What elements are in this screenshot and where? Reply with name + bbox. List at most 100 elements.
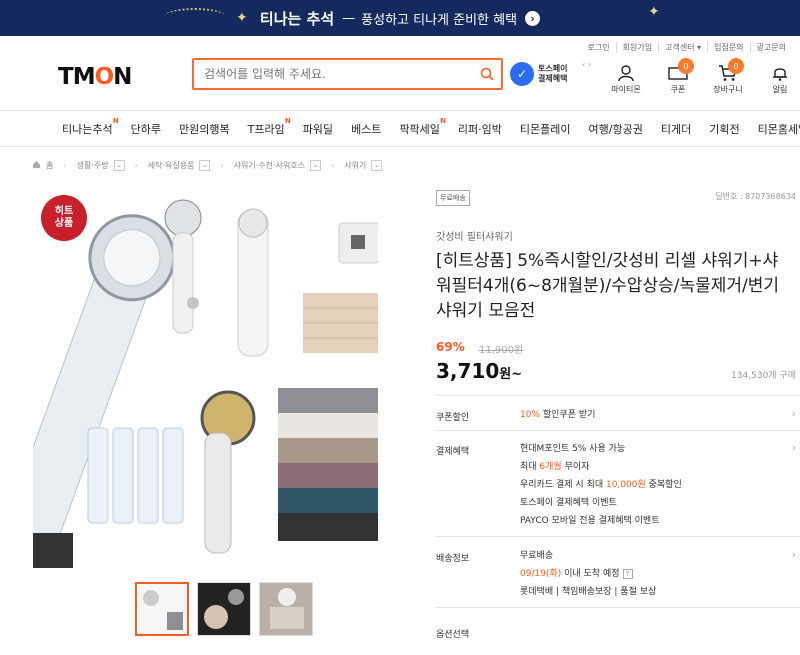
breadcrumb-item[interactable]: 샤워기·수전·샤워호스: [234, 160, 305, 171]
banner-title: 티나는 추석: [259, 9, 335, 28]
thumbnail-image[interactable]: [197, 582, 251, 636]
breadcrumb: 홈 › 생활·주방 ⌄ › 세탁·욕실용품 ⌄ › 샤워기·수전·샤워호스 ⌄ …: [0, 147, 800, 183]
partner-inquiry-link[interactable]: 입점문의: [707, 41, 749, 53]
category-item[interactable]: 파워딜: [303, 121, 333, 137]
promo-banner[interactable]: ✦ ✦ 티나는 추석 — 풍성하고 티나게 준비한 혜택 ›: [0, 0, 800, 36]
cart-button[interactable]: 0 장바구니: [708, 58, 748, 95]
customer-center-link[interactable]: 고객센터 ▾: [658, 41, 707, 53]
category-item[interactable]: 티몬홈세일: [758, 121, 800, 137]
divider: [436, 607, 800, 608]
chevron-down-icon[interactable]: ⌄: [113, 159, 125, 171]
payment-benefits: 현대M포인트 5% 사용 가능 최대 6개월 무이자 우리카드 결제 시 최대 …: [520, 440, 682, 530]
category-item[interactable]: 여행/항공권: [589, 121, 643, 137]
tosspay-line2: 결제혜택: [538, 74, 568, 83]
shipping-row-label: 배송정보: [436, 554, 470, 564]
mypage-label: 마이티몬: [611, 85, 641, 94]
category-item[interactable]: 베스트: [351, 121, 381, 137]
site-header: TMON ✓ 토스페이결제혜택 ‹ › 마이티몬 0 쿠폰 0 장바구니 알림: [0, 58, 800, 110]
search-box: [192, 58, 503, 90]
divider: [436, 395, 800, 396]
tmon-logo[interactable]: TMON: [58, 64, 132, 90]
shipping-type: 무료배송: [520, 551, 554, 561]
tosspay-promo[interactable]: ✓ 토스페이 결제혜택: [510, 62, 567, 86]
chevron-right-icon[interactable]: ›: [792, 407, 796, 420]
carrier-info: 롯데택배 | 책임배송보장 | 품절 보상: [520, 587, 657, 597]
search-input[interactable]: [194, 60, 473, 88]
chevron-right-icon[interactable]: ›: [792, 441, 796, 454]
coupon-label: 쿠폰: [670, 85, 686, 94]
star-icon: ✦: [648, 4, 660, 20]
product-main-image[interactable]: 히트 상품: [8, 193, 380, 568]
chevron-down-icon[interactable]: ⌄: [199, 159, 211, 171]
chevron-right-icon: ›: [331, 160, 335, 170]
cart-count-badge: 0: [728, 58, 744, 74]
benefit-line: 토스페이 결제혜택 이벤트: [520, 498, 617, 508]
category-item[interactable]: 단하루: [131, 121, 161, 137]
breadcrumb-item[interactable]: 세탁·욕실용품: [148, 160, 195, 171]
banner-separator: —: [342, 10, 356, 26]
moon-decoration: [165, 8, 225, 24]
product-detail: 히트 상품 무료배송 딜번호: 8707368634 갓성비 필터샤워기 [히…: [0, 183, 800, 653]
bell-icon: [760, 62, 800, 84]
category-item[interactable]: 티게더: [661, 121, 691, 137]
chevron-right-icon[interactable]: ›: [792, 548, 796, 561]
brand-name[interactable]: 갓성비 필터샤워기: [436, 228, 513, 243]
banner-go-icon[interactable]: ›: [525, 10, 541, 26]
divider: [436, 430, 800, 431]
signup-link[interactable]: 회원가입: [615, 41, 658, 53]
thumbnail-strip: [135, 582, 313, 636]
category-item[interactable]: 기획전: [709, 121, 739, 137]
shipping-info: 무료배송 09/19(화) 이내 도착 예정? 롯데택배 | 책임배송보장 | …: [520, 547, 656, 601]
category-item[interactable]: 만원의행복: [179, 121, 230, 137]
search-icon[interactable]: [473, 67, 501, 81]
payment-row-label: 결제혜택: [436, 447, 470, 457]
original-price: 11,900원: [479, 345, 524, 356]
mypage-button[interactable]: 마이티몬: [606, 62, 646, 95]
benefit-line: 최대 6개월 무이자: [520, 462, 590, 472]
benefit-line: 우리카드 결제 시 최대 10,000원 중복할인: [520, 480, 682, 490]
coupon-row-label: 쿠폰할인: [436, 413, 470, 423]
tosspay-line1: 토스페이: [538, 64, 568, 73]
category-item[interactable]: 리퍼·임박: [458, 121, 502, 137]
alarm-button[interactable]: 알림: [760, 62, 800, 95]
promo-arrows[interactable]: ‹ ›: [582, 60, 591, 69]
deal-number: 딜번호 : 8707368634: [715, 192, 796, 201]
breadcrumb-item[interactable]: 샤워기: [344, 160, 366, 171]
sale-price: 3,710원~: [436, 359, 523, 383]
utility-nav: 로그인 회원가입 고객센터 ▾ 입점문의 광고문의: [0, 36, 800, 58]
cart-label: 장바구니: [713, 85, 743, 94]
breadcrumb-item[interactable]: 생활·주방: [77, 160, 109, 171]
free-shipping-tag: 무료배송: [436, 190, 470, 206]
user-icon: [606, 62, 646, 84]
benefit-line: 현대M포인트 5% 사용 가능: [520, 444, 626, 454]
breadcrumb-home[interactable]: 홈: [46, 160, 53, 171]
category-item[interactable]: 팍팍세일 N: [399, 117, 445, 137]
alarm-label: 알림: [772, 85, 788, 94]
chevron-right-icon: ›: [134, 160, 138, 170]
thumbnail-image[interactable]: [135, 582, 189, 636]
category-item[interactable]: T프라임 N: [248, 117, 291, 137]
discount-rate: 69%: [436, 340, 465, 354]
coupon-download-link[interactable]: 10% 할인쿠폰 받기: [520, 406, 595, 424]
help-icon[interactable]: ?: [622, 569, 633, 579]
chevron-down-icon[interactable]: ⌄: [371, 159, 383, 171]
category-nav: 티나는추석 N 단하루 만원의행복 T프라임 N 파워딜 베스트 팍팍세일 N 리퍼·…: [0, 110, 800, 147]
login-link[interactable]: 로그인: [582, 42, 616, 53]
chevron-down-icon[interactable]: ⌄: [310, 159, 321, 171]
category-item[interactable]: 티몬플레이: [520, 121, 571, 137]
banner-subtitle: 풍성하고 티나게 준비한 혜택: [361, 12, 518, 28]
delivery-date: 09/19(화) 이내 도착 예정?: [520, 565, 656, 583]
shower-product-illustration: [8, 199, 380, 568]
coupon-count-badge: 0: [678, 58, 694, 74]
star-icon: ✦: [236, 10, 248, 26]
ad-inquiry-link[interactable]: 광고문의: [749, 41, 792, 53]
product-title: [히트상품] 5%즉시할인/갓성비 리셀 샤워기+샤워필터4개(6~8개월분)/…: [436, 251, 780, 321]
category-item[interactable]: 티나는추석 N: [62, 117, 119, 137]
option-select-label: 옵션선택: [436, 630, 470, 640]
chevron-right-icon: ›: [63, 160, 67, 170]
divider: [436, 536, 800, 537]
hit-product-badge: 히트 상품: [41, 195, 87, 241]
home-icon[interactable]: [32, 160, 41, 171]
thumbnail-image[interactable]: [259, 582, 313, 636]
coupon-button[interactable]: 0 쿠폰: [658, 58, 698, 95]
